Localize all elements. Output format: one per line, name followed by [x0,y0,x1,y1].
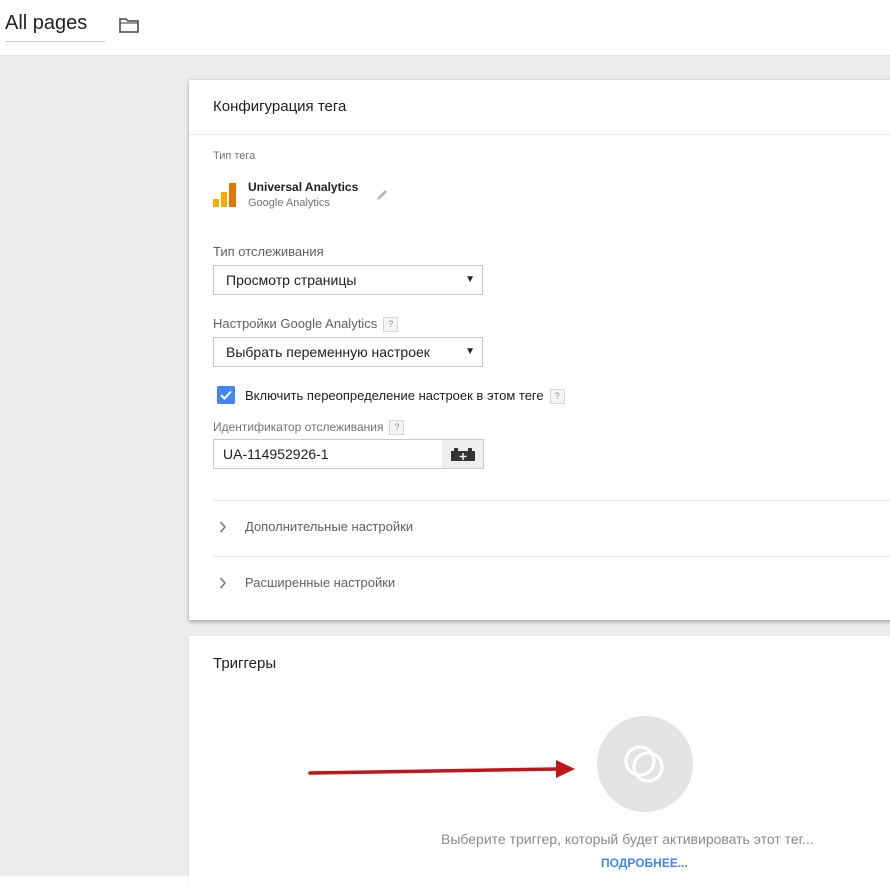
tracking-id-label-text: Идентификатор отслеживания [213,420,384,434]
annotation-arrow [308,760,575,778]
help-icon[interactable]: ? [389,420,405,436]
top-bar: All pages [0,0,890,56]
tracking-id-label: Идентификатор отслеживания? [213,420,405,436]
pencil-icon[interactable] [375,188,389,202]
trigger-icon [624,745,664,783]
override-label-text: Включить переопределение настроек в этом… [245,388,544,403]
tag-type-name: Universal Analytics [248,180,359,194]
ga-settings-select[interactable]: Выбрать переменную настроек ▼ [213,337,483,367]
additional-settings-toggle[interactable]: Дополнительные настройки [213,500,863,554]
tag-type-vendor: Google Analytics [248,197,330,209]
override-checkbox[interactable] [217,386,235,404]
help-icon[interactable]: ? [383,317,399,333]
advanced-settings-toggle[interactable]: Расширенные настройки [213,556,863,610]
folder-icon[interactable] [118,15,140,35]
tracking-type-select[interactable]: Просмотр страницы ▼ [213,265,483,295]
tag-configuration-card[interactable]: Конфигурация тега Тип тега Universal Ana… [189,80,890,620]
tracking-type-label: Тип отслеживания [213,244,324,259]
tracking-type-value: Просмотр страницы [226,272,357,288]
triggers-title: Триггеры [213,655,277,672]
override-label: Включить переопределение настроек в этом… [245,388,565,405]
learn-more-link[interactable]: ПОДРОБНЕЕ... [601,856,688,870]
trigger-placeholder-text: Выберите триггер, который будет активиро… [441,831,814,847]
ga-settings-value: Выбрать переменную настроек [226,344,430,360]
advanced-settings-label: Расширенные настройки [245,575,396,590]
chevron-right-icon [219,521,227,533]
help-icon[interactable]: ? [549,389,565,405]
card-title: Конфигурация тега [189,80,890,135]
check-icon [220,390,232,400]
ga-settings-label: Настройки Google Analytics? [213,316,399,333]
dropdown-arrow-icon: ▼ [465,346,475,357]
add-variable-button[interactable] [442,439,484,469]
additional-settings-label: Дополнительные настройки [245,519,414,534]
chevron-right-icon [219,577,227,589]
google-analytics-icon [213,183,236,207]
tag-name-input[interactable]: All pages [5,12,105,42]
dropdown-arrow-icon: ▼ [465,274,475,285]
add-trigger-button[interactable] [597,716,693,812]
ga-settings-label-text: Настройки Google Analytics [213,316,378,331]
tracking-id-input[interactable]: UA-114952926-1 [213,439,443,469]
add-variable-icon [451,448,475,461]
tag-type-label: Тип тега [213,150,256,162]
